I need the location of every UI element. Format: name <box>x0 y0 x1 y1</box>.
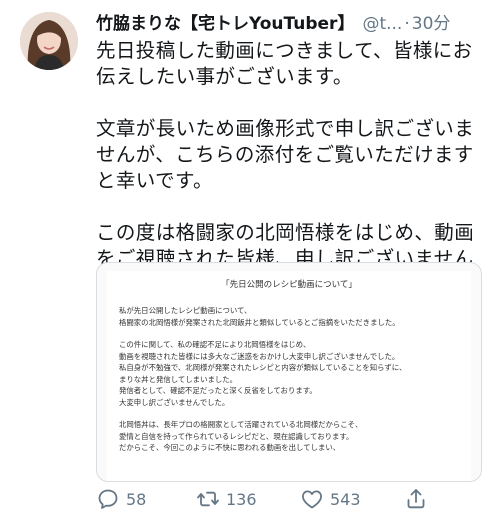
tweet-time[interactable]: 30分 <box>412 14 451 34</box>
document-line: 格闘家の北岡悟様が発案された北岡飯井と類似しているとご指摘をいただきました。 <box>119 317 400 327</box>
document-line: この件に関して、私の確認不足により北岡悟様をはじめ、 <box>119 340 311 349</box>
document-line: 愛情と自信を持って作られているレシピだと、現在認識しております。 <box>119 431 354 441</box>
share-button[interactable] <box>404 487 434 511</box>
share-icon <box>407 489 425 509</box>
retweet-button[interactable]: 136 <box>196 487 257 511</box>
document-line: 北岡悟丼は、長年プロの格闘家として活躍されている北岡様だからこそ、 <box>119 420 363 429</box>
document-spacer <box>107 408 471 419</box>
document-line: 動画を視聴された皆様には多大なご迷惑をおかけし大変申し訳ございませんでした。 <box>119 351 400 361</box>
retweet-count: 136 <box>226 489 257 509</box>
tweet-actions: 58 136 543 <box>96 486 476 512</box>
document-line: 私が先日公開したレシピ動画について、 <box>119 306 252 315</box>
document-line: 大変申し訳ございませんでした。 <box>119 397 230 407</box>
separator-dot: · <box>404 14 410 34</box>
reply-count: 58 <box>126 489 147 509</box>
like-count: 543 <box>330 489 361 509</box>
document-spacer <box>107 328 471 339</box>
tweet-paragraph: 文章が長いため画像形式で申し訳ございませんが、こちらの添付をご覧いただけますと幸… <box>96 117 475 192</box>
reply-button[interactable]: 58 <box>96 487 146 511</box>
document-line: 私自身が不勉強で、北岡様が発案されたレシピと内容が類似していることを知らずに、 <box>119 363 407 372</box>
statement-document: 「先日公開のレシピ動画について」 私が先日公開したレシピ動画について、 格闘家の… <box>107 271 471 481</box>
document-line: 発信者として、確認不足だったと深く反省をしております。 <box>119 386 317 395</box>
avatar[interactable] <box>20 12 78 70</box>
like-icon <box>302 490 322 509</box>
retweet-icon <box>197 491 219 507</box>
document-line: だからこそ、今回このように不快に思われる動画を出してしまい、 <box>119 443 341 452</box>
display-name[interactable]: 竹脇まりな【宅トレYouTuber】 <box>96 14 354 34</box>
document-line: まりな丼と発信してしまいました。 <box>119 374 238 384</box>
reply-icon <box>98 489 118 509</box>
user-handle[interactable]: @t... <box>362 14 402 34</box>
tweet-text: 先日投稿した動画につきまして、皆様にお伝えしたい事がございます。 文章が長いため… <box>96 38 476 298</box>
like-button[interactable]: 543 <box>300 487 361 511</box>
tweet-paragraph: 先日投稿した動画につきまして、皆様にお伝えしたい事がございます。 <box>96 39 473 88</box>
document-title: 「先日公開のレシピ動画について」 <box>221 280 357 290</box>
attached-image[interactable]: 「先日公開のレシピ動画について」 私が先日公開したレシピ動画について、 格闘家の… <box>96 262 482 482</box>
avatar-image <box>20 12 78 70</box>
tweet-header: 竹脇まりな【宅トレYouTuber】 @t... · 30分 <box>96 12 490 36</box>
